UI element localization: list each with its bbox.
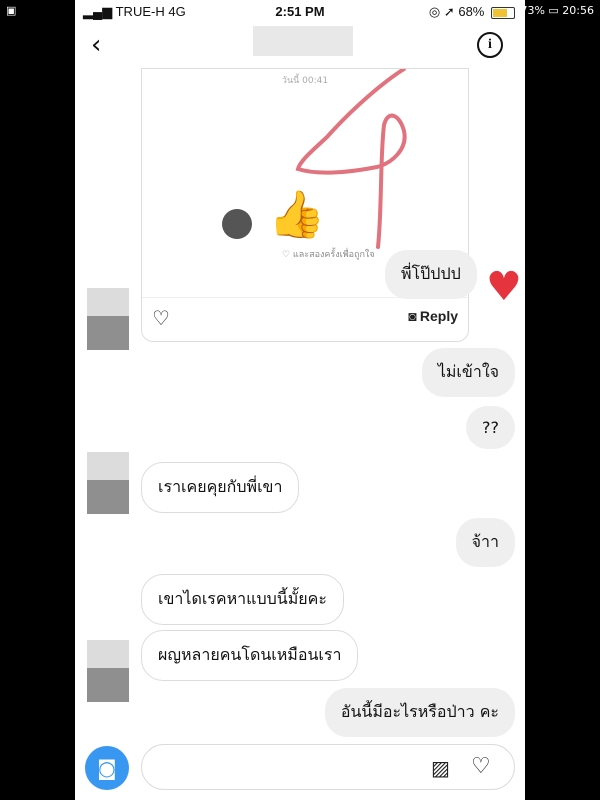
battery-icon <box>491 6 515 19</box>
message-input[interactable] <box>141 744 515 790</box>
story-reply-bubble: พี่โป๊ปปป <box>385 250 477 299</box>
battery-percent: 68% <box>458 4 485 19</box>
message-bubble: อันนี้มีอะไรหรือป่าว คะ <box>324 688 515 737</box>
status-right: ◎ ➚ 68% <box>429 4 515 20</box>
chat-title-redacted <box>253 26 353 56</box>
info-icon[interactable]: i <box>477 32 503 58</box>
camera-button[interactable]: ◙ <box>85 746 129 790</box>
back-icon[interactable]: ‹ <box>91 30 101 60</box>
camera-icon: ◙ <box>408 308 417 324</box>
message-bubble: จ้าา <box>455 518 515 567</box>
story-reply-card[interactable]: วันนี้ 00:41 👍 ♡ และสองครั้งเพื่อถูกใจ ♥… <box>141 68 522 342</box>
avatar <box>87 452 129 514</box>
message-bubble: ผญหลายคนโดนเหมือนเรา <box>141 630 359 681</box>
phone-screen: ▂▄▆ TRUE-H 4G 2:51 PM ◎ ➚ 68% ‹ i วันนี้… <box>75 0 525 800</box>
battery-fill <box>493 8 507 17</box>
message-bubble: ?? <box>466 406 515 449</box>
heart-icon[interactable]: ♡ <box>471 754 491 779</box>
avatar <box>87 288 129 350</box>
story-avatar <box>222 209 252 239</box>
reply-label: Reply <box>419 308 458 324</box>
message-composer: ◙ ▨ ♡ <box>85 744 517 792</box>
outer-status-left: ▣ <box>6 4 17 17</box>
message-bubble: เขาไดเรคหาแบบนี้มั้ยคะ <box>141 574 344 625</box>
thumbs-up-icon: 👍 <box>268 187 326 241</box>
gallery-icon[interactable]: ▨ <box>431 756 450 780</box>
status-bar: ▂▄▆ TRUE-H 4G 2:51 PM ◎ ➚ 68% <box>75 0 525 24</box>
location-icon: ◎ ➚ <box>428 4 455 19</box>
chat-header: ‹ i <box>75 24 525 68</box>
story-like-hint: ♡ และสองครั้งเพื่อถูกใจ <box>282 250 375 260</box>
story-card-footer: ♡ ◙ Reply <box>142 297 468 342</box>
heart-sticker-icon: ♥ <box>486 264 522 310</box>
reply-button[interactable]: ◙ Reply <box>408 308 458 324</box>
like-heart-icon[interactable]: ♡ <box>152 306 170 330</box>
message-bubble: เราเคยคุยกับพี่เขา <box>141 462 300 513</box>
message-bubble: ไม่เข้าใจ <box>421 348 515 397</box>
avatar <box>87 640 129 702</box>
